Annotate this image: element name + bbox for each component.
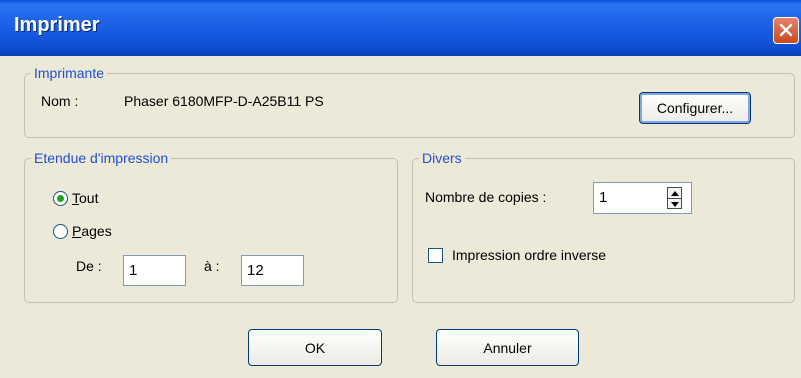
spinner-down-icon[interactable] [668,198,681,209]
copies-spinner[interactable] [667,187,682,209]
radio-pages-label[interactable]: Pages [72,223,112,239]
radio-pages[interactable] [53,224,68,239]
cancel-button[interactable]: Annuler [436,329,579,366]
misc-group: Divers [412,150,795,303]
print-range-legend: Etendue d'impression [31,150,172,166]
cancel-button-label: Annuler [483,339,532,356]
from-page-input[interactable]: 1 [123,255,186,286]
radio-selected-dot [57,195,64,202]
window-title: Imprimer [14,14,100,36]
print-dialog: Imprimer Imprimante Nom : Phaser 6180MFP… [0,0,801,378]
to-page-input[interactable]: 12 [241,255,304,286]
printer-name-value: Phaser 6180MFP-D-A25B11 PS [124,93,324,109]
ok-button-label: OK [304,339,326,356]
copies-label: Nombre de copies : [425,189,547,205]
printer-name-label: Nom : [41,93,79,109]
spinner-up-icon[interactable] [668,188,681,198]
from-label: De : [76,258,102,274]
close-button[interactable] [773,17,799,44]
reverse-order-label[interactable]: Impression ordre inverse [452,247,606,263]
configure-button-label: Configurer... [656,100,734,116]
to-label: à : [204,258,220,274]
printer-group-legend: Imprimante [31,65,108,81]
reverse-order-checkbox[interactable] [428,248,443,263]
ok-button[interactable]: OK [248,329,382,366]
radio-all[interactable] [53,191,68,206]
configure-button[interactable]: Configurer... [639,92,751,124]
misc-group-legend: Divers [419,150,465,166]
title-bar[interactable]: Imprimer [0,0,801,56]
radio-all-label[interactable]: Tout [72,190,98,206]
